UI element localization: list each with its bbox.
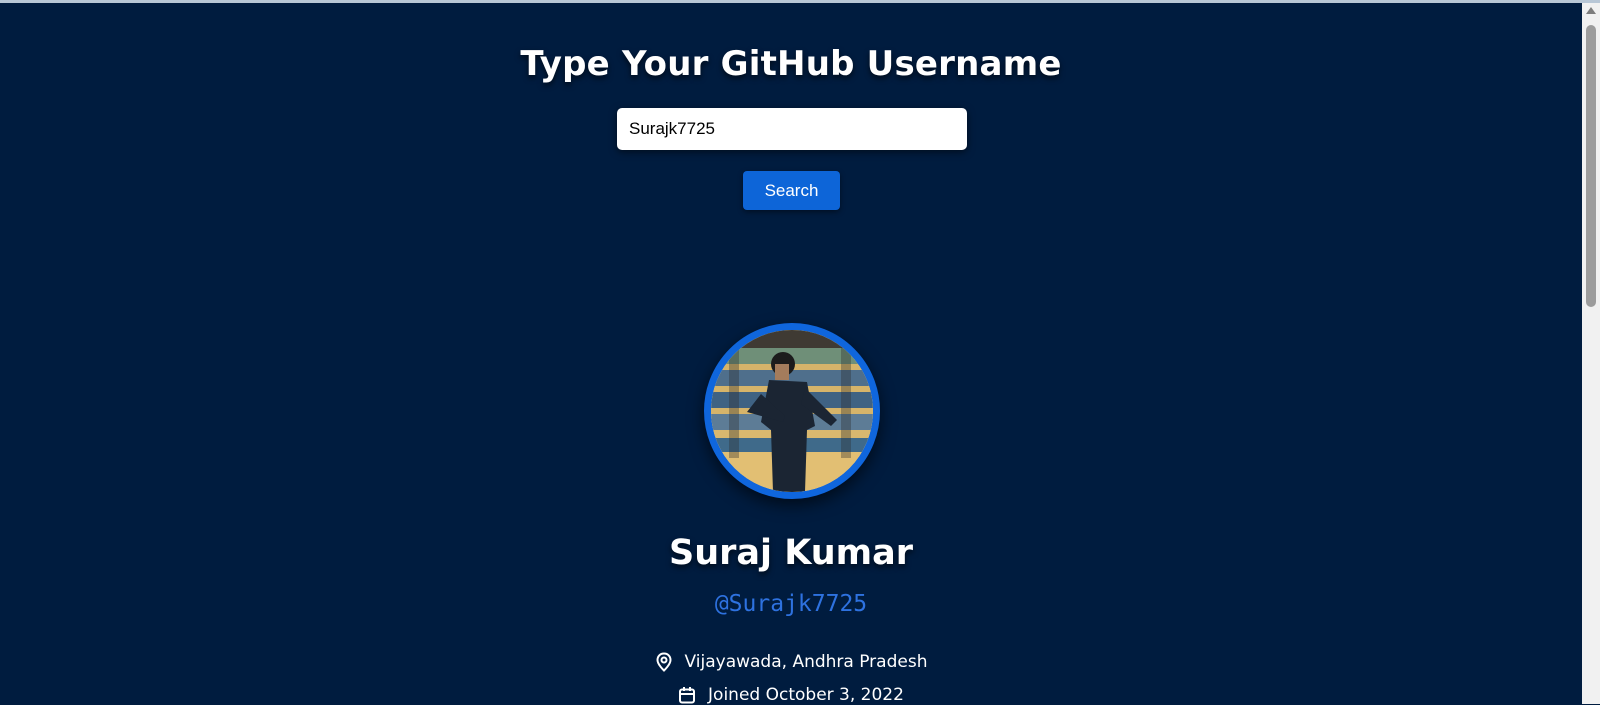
profile-joined-text: Joined October 3, 2022 [708, 685, 904, 705]
scrollbar-thumb[interactable] [1586, 25, 1596, 307]
page-title: Type Your GitHub Username [520, 44, 1062, 84]
calendar-icon [678, 686, 696, 704]
search-button[interactable]: Search [743, 171, 840, 210]
scroll-up-arrow-icon[interactable] [1586, 7, 1596, 14]
username-search-input[interactable] [617, 108, 967, 150]
profile-joined-row: Joined October 3, 2022 [0, 685, 1582, 705]
vertical-scrollbar[interactable] [1582, 3, 1600, 704]
avatar-image [711, 330, 873, 492]
profile-name: Suraj Kumar [669, 533, 913, 573]
profile-location-row: Vijayawada, Andhra Pradesh [0, 652, 1582, 672]
profile-location-text: Vijayawada, Andhra Pradesh [684, 652, 928, 672]
map-pin-icon [655, 652, 673, 672]
avatar [704, 323, 880, 499]
profile-handle: @Surajk7725 [714, 591, 868, 617]
